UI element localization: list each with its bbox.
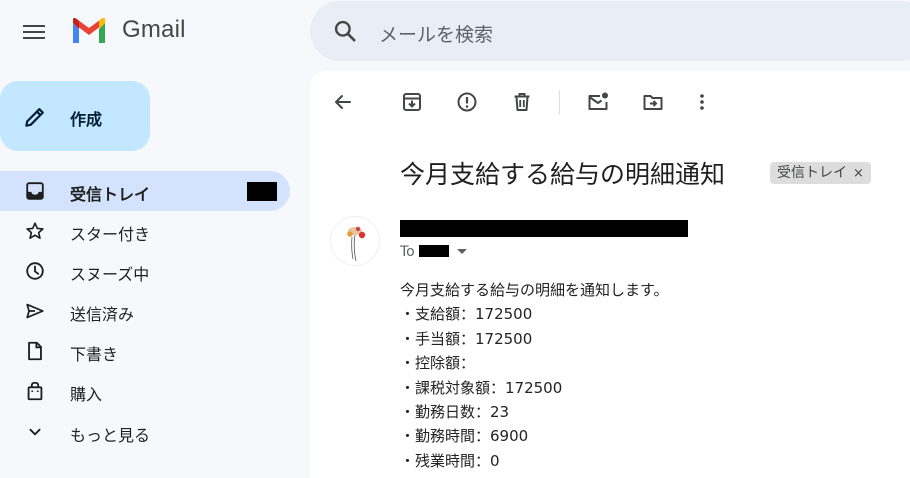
- sidebar-item-inbox[interactable]: 受信トレイ: [0, 171, 290, 211]
- sidebar-item-label: スヌーズ中: [70, 265, 150, 284]
- draft-icon: [24, 340, 46, 362]
- body-line: ・課税対象額：172500: [400, 378, 563, 397]
- sidebar-item-purchases[interactable]: 購入: [0, 371, 290, 411]
- email-view: 今月支給する給与の明細通知 受信トレイ × To 今月支給する給与の明細を通知しま…: [310, 71, 910, 478]
- report-spam-icon[interactable]: [455, 90, 479, 114]
- sidebar-item-starred[interactable]: スター付き: [0, 211, 290, 251]
- recipient-redacted: [418, 245, 449, 257]
- body-line: ・手当額：172500: [400, 329, 533, 348]
- compose-button[interactable]: 作成: [0, 81, 150, 151]
- remove-label-icon[interactable]: ×: [853, 166, 864, 181]
- body-line: ・控除額：: [400, 354, 476, 373]
- chevron-down-icon: [24, 421, 46, 443]
- sidebar-item-label: 受信トレイ: [70, 185, 151, 204]
- email-subject: 今月支給する給与の明細通知: [400, 160, 726, 189]
- inbox-icon: [24, 180, 46, 202]
- star-icon: [24, 220, 46, 242]
- sidebar-item-label: スター付き: [70, 225, 151, 244]
- body-line: ・勤務日数：23: [400, 402, 510, 421]
- body-line: ・残業時間：0: [400, 451, 500, 470]
- label-chip-text: 受信トレイ: [777, 165, 847, 181]
- body-line: ・支給額：172500: [400, 305, 533, 324]
- sender-avatar[interactable]: [330, 216, 380, 266]
- unread-count-redacted: [247, 182, 277, 201]
- to-prefix: To: [400, 244, 415, 260]
- recipient-details-caret-icon[interactable]: [456, 249, 467, 254]
- label-chip[interactable]: 受信トレイ ×: [770, 162, 871, 184]
- toolbar-divider: [559, 90, 560, 114]
- sidebar-item-drafts[interactable]: 下書き: [0, 331, 290, 371]
- sidebar-item-label: 購入: [70, 385, 103, 404]
- sidebar-item-snoozed[interactable]: スヌーズ中: [0, 251, 290, 291]
- app-name: Gmail: [122, 16, 186, 43]
- email-body: 今月支給する給与の明細を通知します。 ・支給額：172500 ・手当額：1725…: [400, 278, 669, 473]
- body-line: ・勤務時間：6900: [400, 427, 529, 446]
- sidebar-item-sent[interactable]: 送信済み: [0, 291, 290, 331]
- sidebar-item-label: 送信済み: [70, 305, 135, 324]
- sender-name-redacted: [400, 220, 688, 237]
- pencil-icon: [22, 104, 48, 130]
- sidebar-item-more[interactable]: もっと見る: [0, 412, 290, 452]
- sidebar-item-label: 下書き: [70, 345, 119, 364]
- main-menu-icon[interactable]: [23, 22, 47, 40]
- sidebar-item-label: もっと見る: [70, 426, 151, 445]
- search-placeholder[interactable]: メールを検索: [379, 20, 493, 47]
- recipient-line[interactable]: To: [400, 244, 467, 260]
- more-vert-icon[interactable]: [690, 90, 714, 114]
- search-bar[interactable]: メールを検索: [310, 1, 910, 61]
- gmail-logo-icon[interactable]: [71, 17, 107, 45]
- send-icon: [24, 300, 46, 322]
- body-line: 今月支給する給与の明細を通知します。: [400, 281, 669, 299]
- back-arrow-icon[interactable]: [331, 90, 355, 114]
- compose-label: 作成: [70, 110, 103, 129]
- archive-icon[interactable]: [400, 90, 424, 114]
- shopping-bag-icon: [24, 380, 46, 402]
- mark-unread-icon[interactable]: [586, 90, 610, 114]
- delete-icon[interactable]: [510, 90, 534, 114]
- move-to-icon[interactable]: [641, 90, 665, 114]
- clock-icon: [24, 260, 46, 282]
- search-icon[interactable]: [332, 18, 358, 44]
